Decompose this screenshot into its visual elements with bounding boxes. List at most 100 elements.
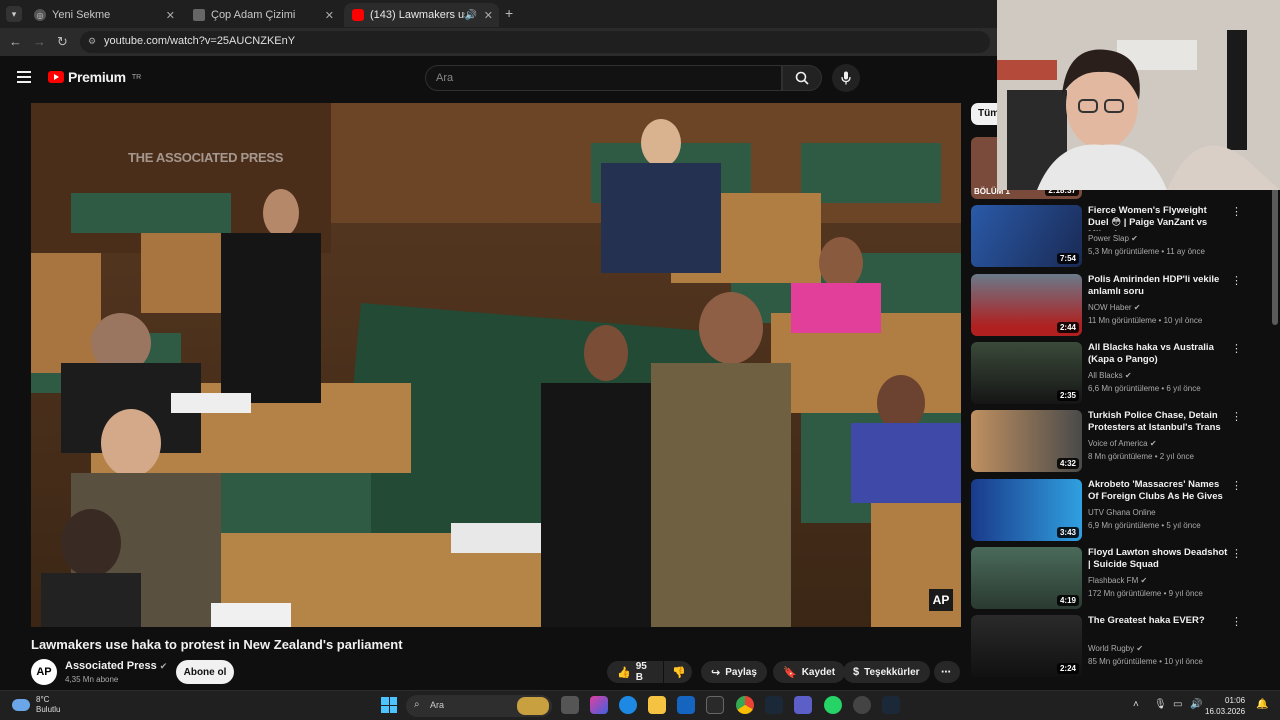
subscriber-count: 4,35 Mn abone bbox=[65, 675, 119, 684]
channel-row: AP Associated Press ✔ 4,35 Mn abone Abon… bbox=[31, 659, 960, 687]
steam-icon[interactable] bbox=[882, 696, 900, 714]
video-frame-image bbox=[31, 103, 961, 627]
close-tab-icon[interactable]: ✕ bbox=[484, 9, 493, 22]
reload-icon[interactable]: ↻ bbox=[57, 34, 68, 50]
verified-icon: ✔ bbox=[1133, 303, 1141, 312]
video-thumbnail[interactable]: 2:35 bbox=[971, 342, 1082, 404]
more-vertical-icon[interactable]: ⋮ bbox=[1231, 479, 1242, 492]
verified-icon: ✔ bbox=[1136, 644, 1144, 653]
menu-icon[interactable] bbox=[17, 71, 31, 86]
thanks-button[interactable]: $ Teşekkürler bbox=[843, 661, 930, 683]
page-icon bbox=[193, 9, 205, 21]
list-item[interactable]: 7:54 Fierce Women's Flyweight Duel 😳 | P… bbox=[971, 205, 1271, 269]
list-item[interactable]: 4:32 Turkish Police Chase, Detain Protes… bbox=[971, 410, 1271, 474]
more-vertical-icon[interactable]: ⋮ bbox=[1231, 615, 1242, 628]
store-icon[interactable] bbox=[706, 696, 724, 714]
file-explorer-icon[interactable] bbox=[648, 696, 666, 714]
cloud-icon bbox=[12, 699, 30, 711]
url-field[interactable]: ⚙ youtube.com/watch?v=25AUCNZKEnY bbox=[80, 31, 990, 53]
forward-arrow-icon[interactable]: → bbox=[33, 34, 46, 49]
search-icon: ⌕ bbox=[414, 699, 420, 710]
site-info-icon[interactable]: ⚙ bbox=[88, 36, 96, 47]
task-view-icon[interactable] bbox=[561, 696, 579, 714]
tab-new-tab[interactable]: ◎ Yeni Sekme ✕ bbox=[26, 3, 181, 27]
channel-name[interactable]: Associated Press ✔ bbox=[65, 660, 167, 672]
ap-logo-badge: AP bbox=[929, 589, 953, 611]
list-item[interactable]: 2:24 The Greatest haka EVER? World Rugby… bbox=[971, 615, 1271, 679]
more-actions-button[interactable]: ⋯ bbox=[934, 661, 960, 683]
webcam-image bbox=[997, 0, 1280, 190]
youtube-play-icon bbox=[48, 71, 64, 83]
chevron-up-icon[interactable]: ˄ bbox=[1133, 699, 1139, 710]
dislike-button[interactable]: 👎 bbox=[664, 661, 692, 683]
video-thumbnail[interactable]: 4:32 bbox=[971, 410, 1082, 472]
verified-icon: ✔ bbox=[1149, 439, 1157, 448]
subscribe-button[interactable]: Abone ol bbox=[176, 660, 234, 684]
verified-icon: ✔ bbox=[1131, 234, 1138, 243]
video-thumbnail[interactable]: 2:24 bbox=[971, 615, 1082, 677]
mail-icon[interactable] bbox=[677, 696, 695, 714]
more-vertical-icon[interactable]: ⋮ bbox=[1231, 410, 1242, 423]
video-watermark: THE ASSOCIATED PRESS bbox=[128, 150, 284, 165]
system-clock[interactable]: 01:06 16.03.2026 bbox=[1205, 695, 1245, 717]
windows-taskbar: 8°C Bulutlu ⌕ Ara ˄ 🎙 ▭ 🔊 01:06 16.03.20… bbox=[0, 690, 1280, 720]
microphone-icon[interactable]: 🎙 bbox=[1154, 699, 1167, 710]
voice-search-button[interactable] bbox=[832, 64, 860, 92]
video-thumbnail[interactable]: 7:54 bbox=[971, 205, 1082, 267]
speaker-icon[interactable]: 🔊 bbox=[465, 10, 477, 21]
more-horizontal-icon: ⋯ bbox=[941, 666, 951, 678]
edge-icon[interactable] bbox=[619, 696, 637, 714]
video-title: Lawmakers use haka to protest in New Zea… bbox=[31, 637, 403, 652]
list-item[interactable]: 3:43 Akrobeto 'Massacres' Names Of Forei… bbox=[971, 479, 1271, 543]
taskbar-search-input[interactable]: ⌕ Ara bbox=[406, 695, 552, 717]
verified-icon: ✔ bbox=[1140, 576, 1148, 585]
network-icon[interactable]: ▭ bbox=[1173, 699, 1182, 710]
back-arrow-icon[interactable]: ← bbox=[9, 34, 22, 49]
list-item[interactable]: 4:19 Floyd Lawton shows Deadshot | Suici… bbox=[971, 547, 1271, 611]
share-button[interactable]: ↪ Paylaş bbox=[701, 661, 767, 683]
verified-icon: ✔ bbox=[159, 661, 168, 671]
settings-gear-icon[interactable] bbox=[853, 696, 871, 714]
youtube-icon bbox=[352, 9, 364, 21]
tab-youtube-video[interactable]: (143) Lawmakers use haka t 🔊 ✕ bbox=[344, 3, 499, 27]
search-input[interactable]: Ara bbox=[425, 65, 782, 91]
search-icon bbox=[795, 71, 809, 85]
search-button[interactable] bbox=[782, 65, 822, 91]
more-vertical-icon[interactable]: ⋮ bbox=[1231, 342, 1242, 355]
video-player[interactable]: THE ASSOCIATED PRESS AP bbox=[31, 103, 961, 627]
close-tab-icon[interactable]: ✕ bbox=[325, 9, 334, 22]
video-thumbnail[interactable]: 2:44 bbox=[971, 274, 1082, 336]
super-thanks-icon: $ bbox=[853, 666, 860, 678]
weather-widget[interactable]: 8°C Bulutlu bbox=[12, 695, 60, 715]
list-item[interactable]: 2:35 All Blacks haka vs Australia (Kapa … bbox=[971, 342, 1271, 406]
list-item[interactable]: 2:44 Polis Amirinden HDP'li vekile anlam… bbox=[971, 274, 1271, 338]
tab-search-menu-icon[interactable]: ▾ bbox=[6, 6, 22, 22]
more-vertical-icon[interactable]: ⋮ bbox=[1231, 547, 1242, 560]
search-highlight-icon bbox=[517, 697, 549, 715]
verified-icon: ✔ bbox=[1124, 371, 1132, 380]
save-button[interactable]: 🔖 Kaydet bbox=[773, 661, 846, 683]
thumbs-up-icon: 👍 bbox=[617, 666, 631, 679]
whatsapp-icon[interactable] bbox=[824, 696, 842, 714]
more-vertical-icon[interactable]: ⋮ bbox=[1231, 205, 1242, 218]
steam-icon[interactable] bbox=[765, 696, 783, 714]
tab-drawing[interactable]: Çop Adam Çizimi ✕ bbox=[185, 3, 340, 27]
more-vertical-icon[interactable]: ⋮ bbox=[1231, 274, 1242, 287]
bookmark-icon: 🔖 bbox=[783, 666, 797, 679]
chrome-icon[interactable] bbox=[736, 696, 754, 714]
copilot-icon[interactable] bbox=[590, 696, 608, 714]
thumbs-down-icon: 👎 bbox=[672, 666, 686, 679]
video-thumbnail[interactable]: 3:43 bbox=[971, 479, 1082, 541]
notification-bell-icon[interactable]: 🔔 bbox=[1256, 699, 1268, 710]
youtube-logo[interactable]: Premium TR bbox=[48, 69, 141, 85]
like-button[interactable]: 👍 95 B bbox=[607, 661, 663, 683]
globe-icon: ◎ bbox=[34, 9, 46, 21]
video-thumbnail[interactable]: 4:19 bbox=[971, 547, 1082, 609]
channel-avatar[interactable]: AP bbox=[31, 659, 57, 685]
close-tab-icon[interactable]: ✕ bbox=[166, 9, 175, 22]
windows-start-icon[interactable] bbox=[381, 697, 397, 713]
teams-icon[interactable] bbox=[794, 696, 812, 714]
volume-icon[interactable]: 🔊 bbox=[1190, 699, 1202, 710]
microphone-icon bbox=[841, 71, 851, 85]
new-tab-plus-icon[interactable]: + bbox=[505, 5, 513, 21]
